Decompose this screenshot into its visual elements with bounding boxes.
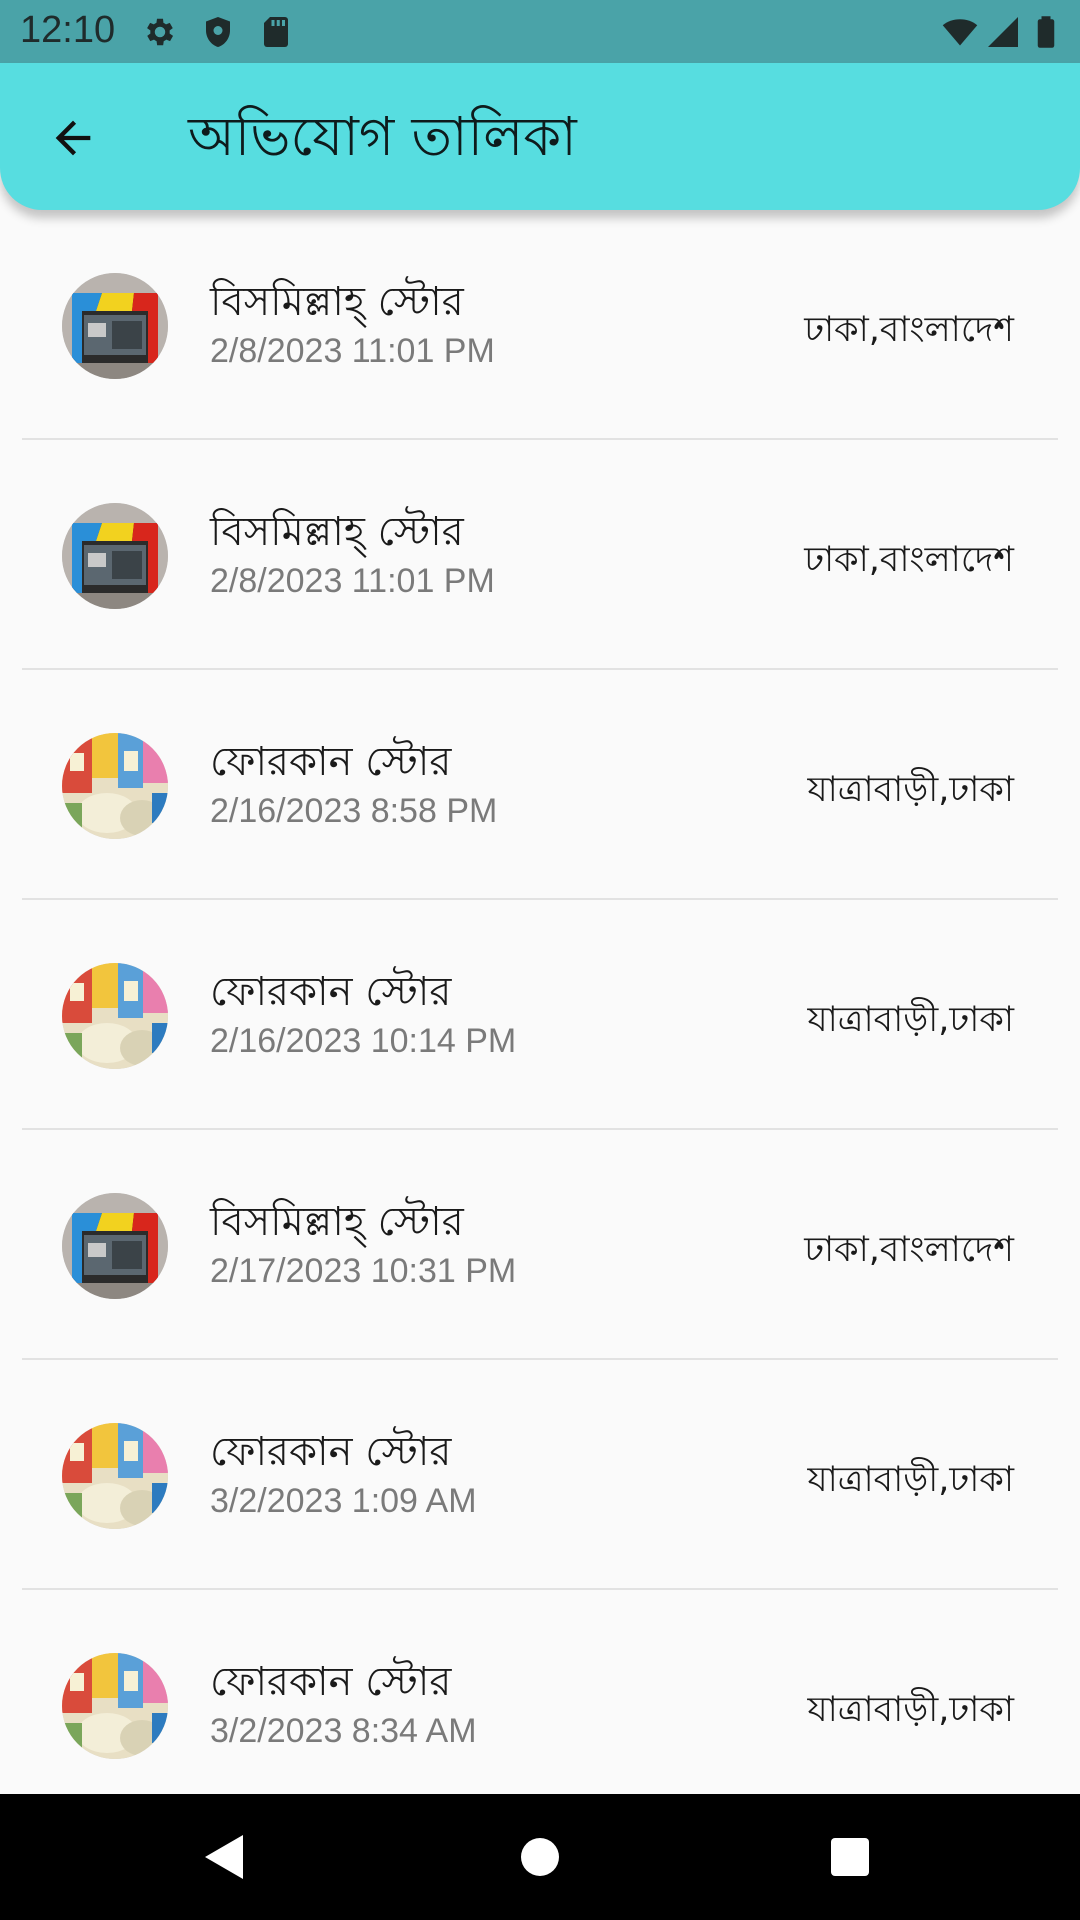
shield-icon [206, 17, 230, 47]
store-avatar [62, 1423, 168, 1529]
complaint-datetime: 2/16/2023 10:14 PM [210, 1022, 517, 1060]
list-item[interactable]: ফোরকান স্টোর 2/16/2023 8:58 PM যাত্রাবাড… [0, 670, 1080, 900]
complaint-list[interactable]: বিসমিল্লাহ্ স্টোর 2/8/2023 11:01 PM ঢাকা… [0, 210, 1080, 1794]
battery-icon [1037, 16, 1055, 48]
store-location: যাত্রাবাড়ী,ঢাকা [807, 1000, 1014, 1040]
back-button[interactable] [38, 108, 108, 168]
list-item[interactable]: ফোরকান স্টোর 3/2/2023 1:09 AM যাত্রাবাড়… [0, 1360, 1080, 1590]
storefront-photo-icon [62, 273, 168, 379]
list-item[interactable]: বিসমিল্লাহ্ স্টোর 2/17/2023 10:31 PM ঢাক… [0, 1130, 1080, 1360]
list-item[interactable]: বিসমিল্লাহ্ স্টোর 2/8/2023 11:01 PM ঢাকা… [0, 440, 1080, 670]
wifi-icon [942, 19, 978, 46]
store-avatar [62, 1653, 168, 1759]
gear-icon [147, 18, 174, 46]
grocery-photo-icon [62, 1423, 168, 1529]
list-item[interactable]: বিসমিল্লাহ্ স্টোর 2/8/2023 11:01 PM ঢাকা… [0, 210, 1080, 440]
grocery-photo-icon [62, 1653, 168, 1759]
nav-home-button[interactable] [505, 1822, 575, 1892]
arrow-back-icon [55, 120, 91, 156]
complaint-datetime: 2/17/2023 10:31 PM [210, 1252, 517, 1290]
nav-back-button[interactable] [190, 1822, 260, 1892]
signal-icon [988, 17, 1018, 47]
storefront-photo-icon [62, 503, 168, 609]
store-name: ফোরকান স্টোর [210, 1429, 452, 1475]
list-item[interactable]: ফোরকান স্টোর 3/2/2023 8:34 AM যাত্রাবাড়… [0, 1590, 1080, 1794]
sd-card-icon [264, 17, 288, 47]
store-name: ফোরকান স্টোর [210, 739, 452, 785]
grocery-photo-icon [62, 733, 168, 839]
store-location: যাত্রাবাড়ী,ঢাকা [807, 1460, 1014, 1500]
store-avatar [62, 1193, 168, 1299]
store-name: বিসমিল্লাহ্ স্টোর [210, 509, 464, 555]
store-location: ঢাকা,বাংলাদেশ [804, 1230, 1014, 1270]
store-location: ঢাকা,বাংলাদেশ [804, 310, 1014, 350]
nav-recents-button[interactable] [815, 1822, 885, 1892]
store-avatar [62, 273, 168, 379]
store-name: ফোরকান স্টোর [210, 969, 452, 1015]
complaint-datetime: 2/16/2023 8:58 PM [210, 792, 498, 830]
list-item[interactable]: ফোরকান স্টোর 2/16/2023 10:14 PM যাত্রাবা… [0, 900, 1080, 1130]
system-nav-bar [0, 1794, 1080, 1920]
store-location: ঢাকা,বাংলাদেশ [804, 540, 1014, 580]
complaint-datetime: 2/8/2023 11:01 PM [210, 562, 495, 600]
store-avatar [62, 963, 168, 1069]
grocery-photo-icon [62, 963, 168, 1069]
store-name: বিসমিল্লাহ্ স্টোর [210, 279, 464, 325]
back-triangle-icon [205, 1835, 243, 1879]
store-avatar [62, 733, 168, 839]
store-name: ফোরকান স্টোর [210, 1659, 452, 1705]
store-name: বিসমিল্লাহ্ স্টোর [210, 1199, 464, 1245]
recents-square-icon [831, 1838, 869, 1876]
store-location: যাত্রাবাড়ী,ঢাকা [807, 1690, 1014, 1730]
storefront-photo-icon [62, 1193, 168, 1299]
complaint-datetime: 3/2/2023 8:34 AM [210, 1712, 477, 1750]
store-location: যাত্রাবাড়ী,ঢাকা [807, 770, 1014, 810]
complaint-datetime: 3/2/2023 1:09 AM [210, 1482, 477, 1520]
page-title: অভিযোগ তালিকা [188, 105, 577, 168]
status-bar: 12:10 [0, 0, 1080, 63]
store-avatar [62, 503, 168, 609]
complaint-list-screen: 12:10 অভিযোগ তালিকা বিসমিল্লাহ্ স্টোর 2/… [0, 0, 1080, 1920]
complaint-datetime: 2/8/2023 11:01 PM [210, 332, 495, 370]
status-time: 12:10 [20, 9, 116, 51]
app-bar: অভিযোগ তালিকা [0, 63, 1080, 210]
home-circle-icon [521, 1838, 559, 1876]
